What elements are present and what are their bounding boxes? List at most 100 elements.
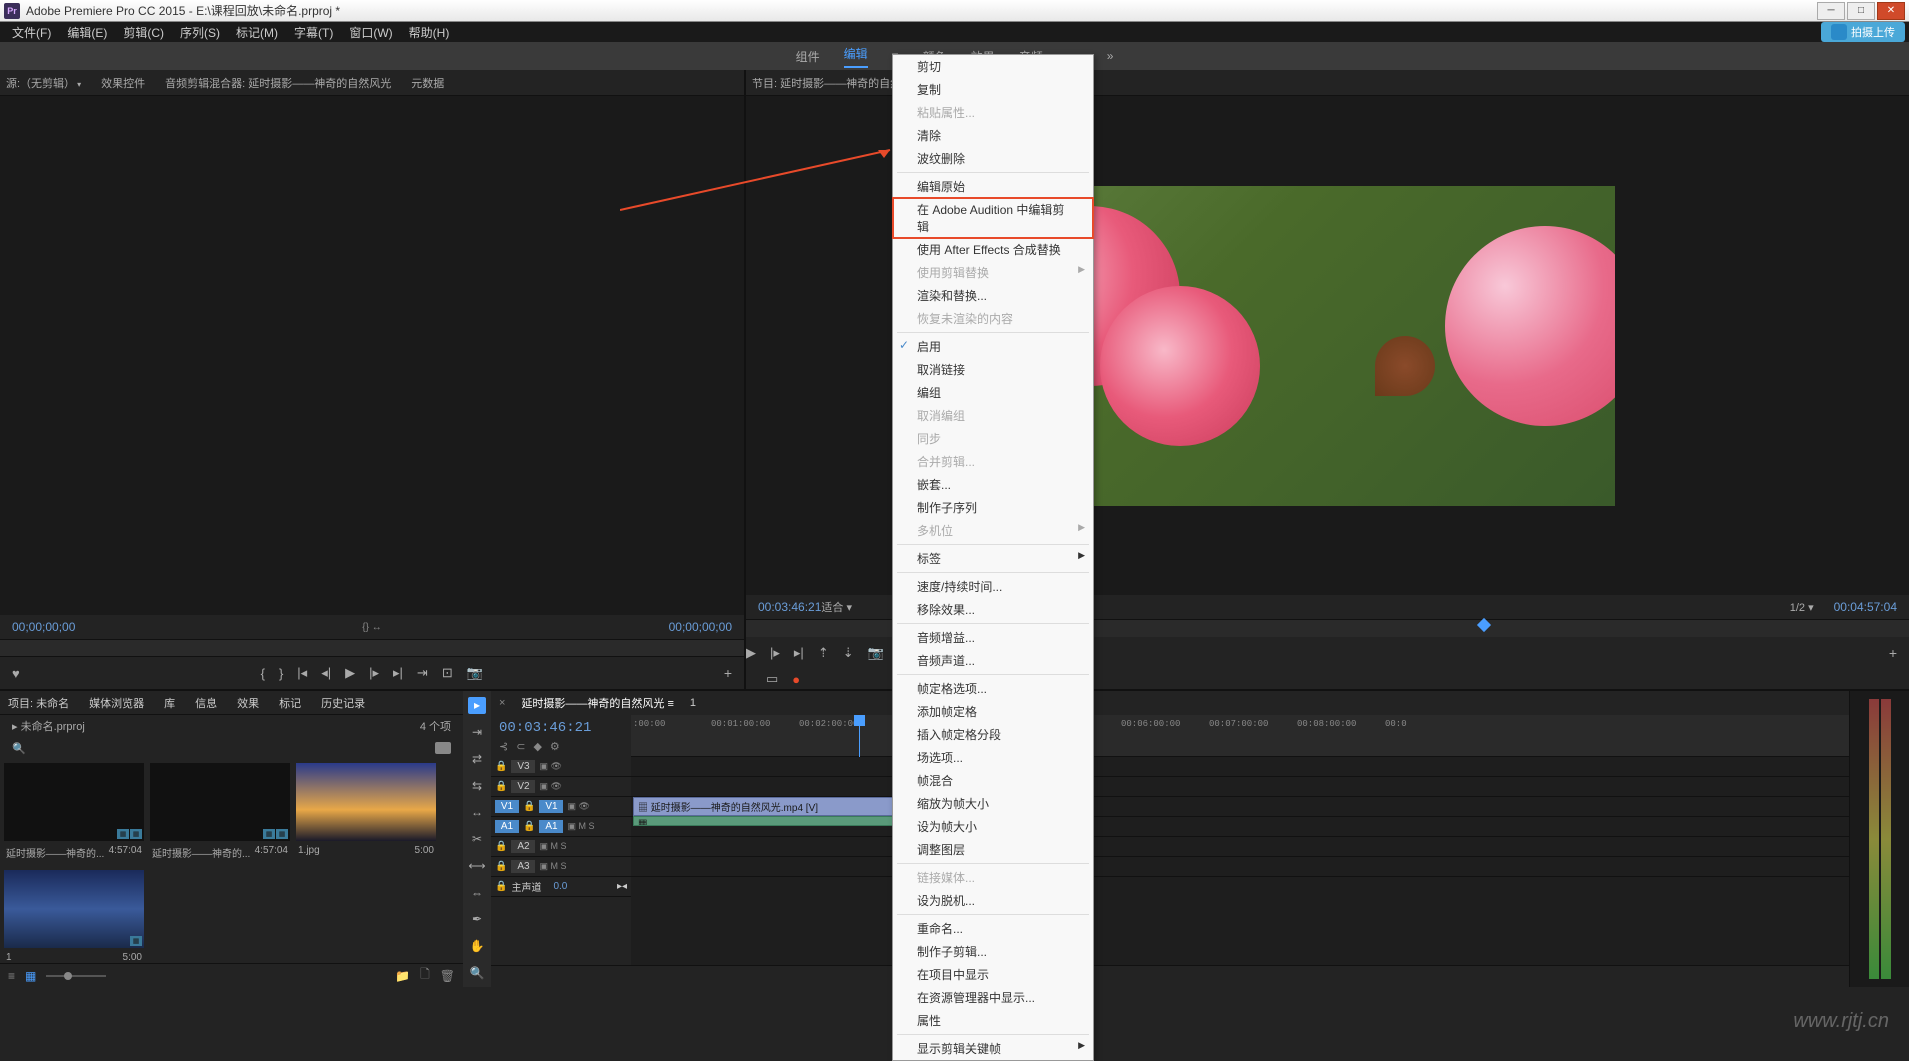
context-menu-item[interactable]: 启用✓ [893, 335, 1093, 358]
program-zoom-dropdown[interactable]: 1/2 ▾ [1790, 601, 1814, 614]
context-menu-item[interactable]: 帧定格选项... [893, 677, 1093, 700]
menu-marker[interactable]: 标记(M) [228, 24, 286, 41]
mark-out-icon[interactable]: } [279, 666, 283, 681]
prog-go-out-icon[interactable]: ▸| [794, 645, 804, 661]
share-button[interactable]: 拍摄上传 [1821, 22, 1905, 42]
context-menu-item[interactable]: 显示剪辑关键帧▶ [893, 1037, 1093, 1060]
overwrite-icon[interactable]: ⊡ [442, 665, 453, 681]
menu-help[interactable]: 帮助(H) [401, 24, 458, 41]
thumb-size-slider[interactable] [46, 975, 106, 977]
snap-icon[interactable]: ⊰ [499, 740, 508, 753]
menu-edit[interactable]: 编辑(E) [59, 24, 115, 41]
step-fwd-icon[interactable]: |▸ [369, 665, 379, 681]
icon-view-icon[interactable]: ▦ [25, 969, 36, 983]
prog-comp-view-icon[interactable]: ▭ [766, 671, 778, 687]
prog-add-btn-icon[interactable]: + [1889, 645, 1897, 661]
razor-tool-icon[interactable]: ✂ [468, 831, 486, 848]
context-menu-item[interactable]: 在项目中显示 [893, 963, 1093, 986]
context-menu-item[interactable]: 编辑原始 [893, 175, 1093, 198]
trash-icon[interactable]: 🗑 [440, 969, 455, 983]
search-icon[interactable]: 🔍 [12, 742, 26, 755]
tab-markers[interactable]: 标记 [279, 695, 301, 711]
tab-metadata[interactable]: 元数据 [411, 75, 444, 91]
timeline-current-time[interactable]: 00:03:46:21 [499, 720, 631, 736]
minimize-button[interactable]: ─ [1817, 2, 1845, 20]
context-menu-item[interactable]: 场选项... [893, 746, 1093, 769]
rolling-edit-tool-icon[interactable]: ⇆ [468, 777, 486, 794]
clip-thumb[interactable]: ▦ 15:00 [4, 870, 144, 963]
add-marker-icon[interactable]: ♥ [12, 666, 20, 681]
context-menu-item[interactable]: 设为脱机... [893, 889, 1093, 912]
track-master[interactable]: 🔒主声道0.0▸◂ [491, 877, 631, 897]
menu-title[interactable]: 字幕(T) [286, 24, 341, 41]
context-menu-item[interactable]: 缩放为帧大小 [893, 792, 1093, 815]
prog-export-frame-icon[interactable]: 📷 [868, 645, 884, 661]
menu-file[interactable]: 文件(F) [4, 24, 59, 41]
context-menu-item[interactable]: 波纹删除 [893, 147, 1093, 170]
program-fit-dropdown[interactable]: 适合 ▾ [821, 599, 852, 615]
tab-project[interactable]: 项目: 未命名 [8, 695, 69, 711]
clip-thumb[interactable]: ▦▦ 延时摄影——神奇的...4:57:04 [4, 763, 144, 864]
pen-tool-icon[interactable]: ✒ [468, 911, 486, 928]
context-menu-item[interactable]: 复制 [893, 78, 1093, 101]
prog-lift-icon[interactable]: ⇡ [818, 645, 829, 661]
new-bin-icon[interactable]: 📁 [395, 969, 410, 983]
context-menu-item[interactable]: 渲染和替换... [893, 284, 1093, 307]
folder-icon[interactable] [435, 742, 451, 754]
mark-in-icon[interactable]: { [261, 666, 265, 681]
context-menu-item[interactable]: 帧混合 [893, 769, 1093, 792]
context-menu-item[interactable]: 音频声道... [893, 649, 1093, 672]
context-menu-item[interactable]: 插入帧定格分段 [893, 723, 1093, 746]
program-current-time[interactable]: 00:03:46:21 [758, 600, 821, 614]
ripple-edit-tool-icon[interactable]: ⇄ [468, 750, 486, 767]
zoom-tool-icon[interactable]: 🔍 [468, 964, 486, 981]
context-menu-item[interactable]: 制作子序列 [893, 496, 1093, 519]
source-ruler[interactable] [0, 639, 744, 657]
track-a1[interactable]: A1🔒A1▣ M S [491, 817, 631, 837]
track-content-area[interactable]: ▦ 延时摄影——神奇的自然风光.mp4 [V] ▦ [631, 757, 1849, 965]
play-icon[interactable]: ▶ [345, 665, 355, 681]
context-menu-item[interactable]: 嵌套... [893, 473, 1093, 496]
rate-stretch-tool-icon[interactable]: ↔ [468, 804, 486, 821]
workspace-overflow-icon[interactable]: » [1107, 49, 1114, 63]
context-menu-item[interactable]: 设为帧大小 [893, 815, 1093, 838]
go-to-out-icon[interactable]: ▸| [393, 665, 403, 681]
prog-extract-icon[interactable]: ⇣ [843, 645, 854, 661]
source-time-out[interactable]: 00;00;00;00 [669, 620, 732, 634]
list-view-icon[interactable]: ≡ [8, 969, 15, 983]
source-time-in[interactable]: 00;00;00;00 [12, 620, 75, 634]
context-menu-item[interactable]: 清除 [893, 124, 1093, 147]
maximize-button[interactable]: □ [1847, 2, 1875, 20]
context-menu-item[interactable]: 属性 [893, 1009, 1093, 1032]
tab-audio-mixer[interactable]: 音频剪辑混合器: 延时摄影——神奇的自然风光 [165, 75, 391, 91]
tab-effect-controls[interactable]: 效果控件 [101, 75, 145, 91]
context-menu-item[interactable]: 标签▶ [893, 547, 1093, 570]
clip-thumb[interactable]: 1.jpg5:00 [296, 763, 436, 864]
workspace-assembly[interactable]: 组件 [796, 48, 820, 65]
add-button-icon[interactable]: + [724, 665, 732, 681]
linked-sel-icon[interactable]: ⊂ [516, 740, 525, 753]
track-select-tool-icon[interactable]: ⇥ [468, 724, 486, 741]
slip-tool-icon[interactable]: ⟷ [468, 857, 486, 874]
track-v1[interactable]: V1🔒V1▣ 👁 [491, 797, 631, 817]
track-a2[interactable]: 🔒A2▣ M S [491, 837, 631, 857]
menu-sequence[interactable]: 序列(S) [172, 24, 228, 41]
marker-icon[interactable]: ◆ [533, 740, 541, 753]
source-opts-icon[interactable]: {} ↔ [362, 622, 381, 633]
context-menu-item[interactable]: 速度/持续时间... [893, 575, 1093, 598]
context-menu-item[interactable]: 剪切 [893, 55, 1093, 78]
context-menu-item[interactable]: 移除效果... [893, 598, 1093, 621]
close-button[interactable]: ✕ [1877, 2, 1905, 20]
selection-tool-icon[interactable]: ▸ [468, 697, 486, 714]
tab-effects[interactable]: 效果 [237, 695, 259, 711]
context-menu-item[interactable]: 制作子剪辑... [893, 940, 1093, 963]
tab-libraries[interactable]: 库 [164, 695, 175, 711]
step-back-icon[interactable]: ◂| [321, 665, 331, 681]
track-a3[interactable]: 🔒A3▣ M S [491, 857, 631, 877]
tab-program[interactable]: 节目: 延时摄影——神奇的自然风 [752, 75, 912, 91]
track-v3[interactable]: 🔒V3▣ 👁 [491, 757, 631, 777]
context-menu-item[interactable]: 使用 After Effects 合成替换 [893, 238, 1093, 261]
insert-icon[interactable]: ⇥ [417, 665, 428, 681]
slide-tool-icon[interactable]: ⇔ [468, 884, 486, 901]
prog-play-icon[interactable]: ▶ [746, 645, 756, 661]
